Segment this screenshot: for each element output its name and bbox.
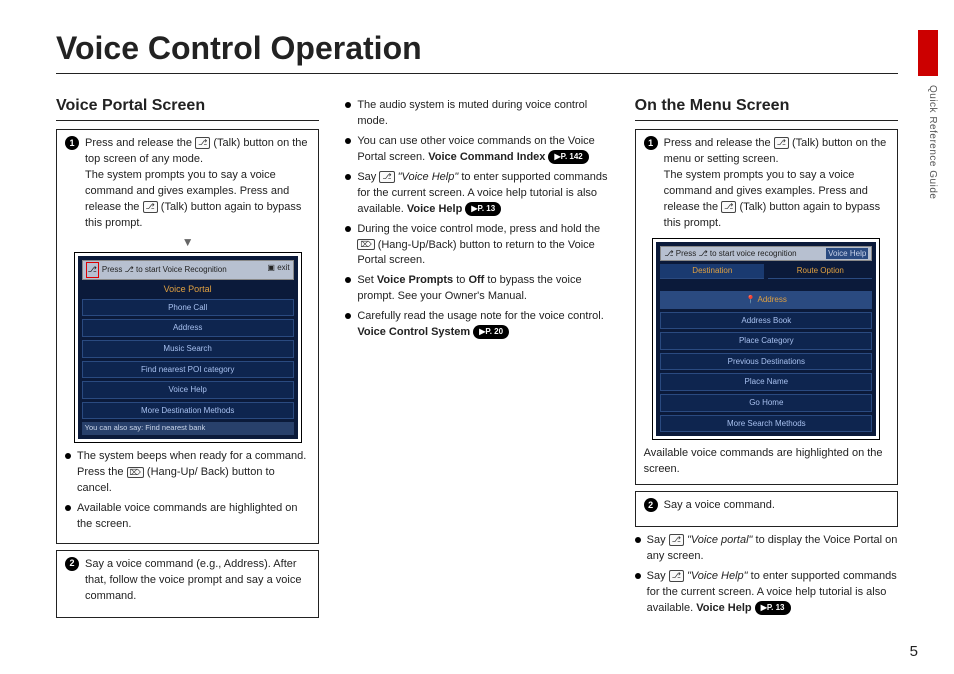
- bullet: Available voice commands are highlighted…: [65, 501, 310, 533]
- col-voice-portal: Voice Portal Screen 1 Press and release …: [56, 94, 319, 624]
- talk-icon: ⎇: [379, 171, 394, 183]
- bullet: Say ⎇ "Voice portal" to display the Voic…: [635, 533, 898, 565]
- talk-icon: ⎇: [143, 201, 158, 213]
- device-topbar: ⎇Press ⎇ to start Voice Recognition ▣ ex…: [82, 260, 294, 280]
- page-ref-pill: ▶P. 142: [548, 150, 588, 164]
- device-title: Voice Portal: [82, 283, 294, 296]
- hangup-icon: ⌦: [127, 467, 144, 479]
- device-screenshot-menu: ⎇ Press ⎇ to start voice recognition Voi…: [652, 238, 880, 440]
- step-1-text: Press and release the ⎇ (Talk) button on…: [85, 136, 310, 232]
- hangup-icon: ⌦: [357, 239, 374, 251]
- caption: Available voice commands are highlighted…: [644, 446, 889, 478]
- bullet: Say ⎇ "Voice Help" to enter supported co…: [635, 569, 898, 617]
- step-1: 1 Press and release the ⎇ (Talk) button …: [644, 136, 889, 232]
- page-title: Voice Control Operation: [56, 30, 898, 67]
- heading-rule: [635, 120, 898, 121]
- col-menu-screen: On the Menu Screen 1 Press and release t…: [635, 94, 898, 624]
- talk-icon: ⎇: [721, 201, 736, 213]
- device-button: Previous Destinations: [660, 353, 872, 371]
- device-hint: You can also say: Find nearest bank: [82, 422, 294, 435]
- heading-menu-screen: On the Menu Screen: [635, 94, 898, 117]
- heading-rule: [56, 120, 319, 121]
- step-2-text: Say a voice command.: [664, 498, 775, 514]
- title-rule: [56, 73, 898, 74]
- step-box-2: 2 Say a voice command.: [635, 491, 898, 527]
- device-button: Phone Call: [82, 299, 294, 317]
- bullet: Carefully read the usage note for the vo…: [345, 309, 608, 341]
- bullet: The system beeps when ready for a comman…: [65, 449, 310, 497]
- device-button: More Search Methods: [660, 415, 872, 433]
- bullet: The audio system is muted during voice c…: [345, 98, 608, 130]
- section-tab-label: Quick Reference Guide: [927, 85, 938, 199]
- device-tabs: Destination Route Option: [660, 264, 872, 279]
- device-button-address: 📍 Address: [660, 291, 872, 309]
- step-2: 2 Say a voice command.: [644, 498, 889, 514]
- device-button-grid: Phone Call Address Music Search Find nea…: [82, 299, 294, 420]
- device-button: More Destination Methods: [82, 402, 294, 420]
- manual-page: Quick Reference Guide Voice Control Oper…: [0, 0, 954, 674]
- device-button-grid: 📍 Address Address Book Place Category Pr…: [660, 282, 872, 432]
- device-button: Voice Help: [82, 381, 294, 399]
- bullet: Say ⎇ "Voice Help" to enter supported co…: [345, 170, 608, 218]
- step-number-1: 1: [644, 136, 658, 150]
- step-box-1: 1 Press and release the ⎇ (Talk) button …: [56, 129, 319, 544]
- voice-icon-highlight: ⎇: [86, 262, 99, 278]
- step-number-2: 2: [65, 557, 79, 571]
- device-button: Go Home: [660, 394, 872, 412]
- device-button: Address Book: [660, 312, 872, 330]
- device-button: Address: [82, 319, 294, 337]
- bullet: Set Voice Prompts to Off to bypass the v…: [345, 273, 608, 305]
- section-tab-red: [918, 30, 938, 76]
- talk-icon: ⎇: [669, 570, 684, 582]
- step-2-text: Say a voice command (e.g., Address). Aft…: [85, 557, 310, 605]
- step-number-2: 2: [644, 498, 658, 512]
- device-topbar: ⎇ Press ⎇ to start voice recognition Voi…: [660, 246, 872, 262]
- bullet: You can use other voice commands on the …: [345, 134, 608, 166]
- device-tab: Destination: [660, 264, 764, 279]
- step-2: 2 Say a voice command (e.g., Address). A…: [65, 557, 310, 605]
- page-ref-pill: ▶P. 20: [473, 325, 509, 339]
- three-column-layout: Voice Portal Screen 1 Press and release …: [56, 94, 898, 624]
- bullet: During the voice control mode, press and…: [345, 222, 608, 270]
- step-box-1: 1 Press and release the ⎇ (Talk) button …: [635, 129, 898, 485]
- device-screenshot-portal: ⎇Press ⎇ to start Voice Recognition ▣ ex…: [74, 252, 302, 443]
- step-1-text: Press and release the ⎇ (Talk) button on…: [664, 136, 889, 232]
- device-tab: Route Option: [768, 264, 872, 279]
- page-ref-pill: ▶P. 13: [755, 601, 791, 615]
- step-1: 1 Press and release the ⎇ (Talk) button …: [65, 136, 310, 232]
- talk-icon: ⎇: [774, 137, 789, 149]
- device-button: Place Category: [660, 332, 872, 350]
- device-button: Find nearest POI category: [82, 361, 294, 379]
- device-button: Place Name: [660, 373, 872, 391]
- talk-icon: ⎇: [195, 137, 210, 149]
- heading-voice-portal: Voice Portal Screen: [56, 94, 319, 117]
- page-number: 5: [910, 643, 918, 660]
- talk-icon: ⎇: [669, 534, 684, 546]
- step-number-1: 1: [65, 136, 79, 150]
- step-box-2: 2 Say a voice command (e.g., Address). A…: [56, 550, 319, 618]
- page-ref-pill: ▶P. 13: [465, 202, 501, 216]
- col-notes: The audio system is muted during voice c…: [345, 94, 608, 624]
- device-button: Music Search: [82, 340, 294, 358]
- down-arrow-icon: ▼: [65, 238, 310, 246]
